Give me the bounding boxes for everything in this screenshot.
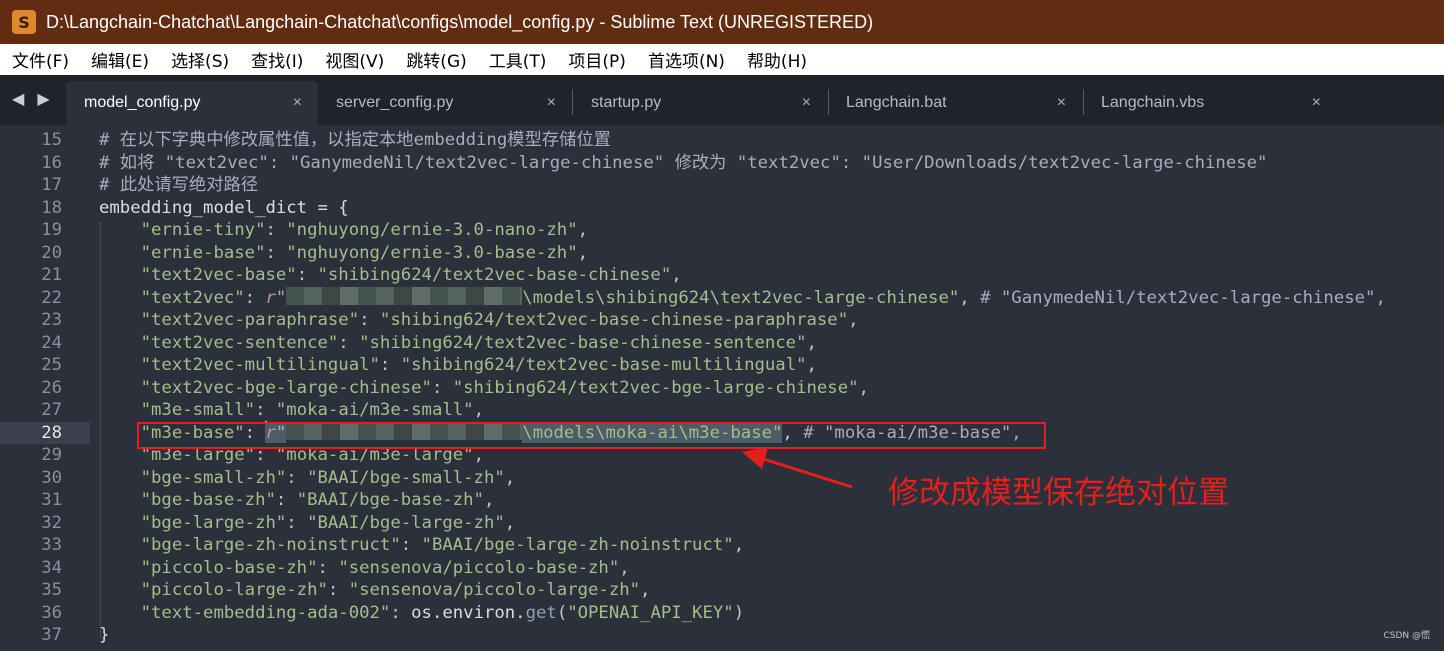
watermark: CSDN @慌 [1383, 631, 1430, 641]
tab-label: model_config.py [84, 94, 201, 111]
code-editor[interactable]: 15 # 在以下字典中修改属性值，以指定本地embedding模型存储位置 16 # … [0, 125, 1444, 651]
tab-server-config[interactable]: server_config.py × [318, 81, 572, 125]
tab-startup[interactable]: startup.py × [573, 81, 827, 125]
window-title: D:\Langchain-Chatchat\Langchain-Chatchat… [46, 11, 874, 32]
tab-label: Langchain.bat [846, 94, 947, 111]
close-icon[interactable]: × [293, 94, 302, 112]
menu-selection[interactable]: 选择(S) [171, 47, 229, 72]
tab-label: Langchain.vbs [1101, 94, 1205, 111]
sublime-text-app-icon: S [12, 10, 36, 34]
close-icon[interactable]: × [802, 94, 811, 112]
menu-help[interactable]: 帮助(H) [747, 47, 807, 72]
tab-langchain-vbs[interactable]: Langchain.vbs × [1083, 81, 1337, 125]
close-icon[interactable]: × [547, 94, 556, 112]
close-icon[interactable]: × [1057, 94, 1066, 112]
tab-label: startup.py [591, 94, 662, 111]
annotation-arrow-icon [742, 447, 853, 489]
menu-find[interactable]: 查找(I) [251, 47, 303, 72]
tab-nav-arrows-icon[interactable]: ◀ ▶ [12, 89, 54, 108]
tab-label: server_config.py [336, 94, 454, 111]
menu-tools[interactable]: 工具(T) [489, 47, 547, 72]
menu-project[interactable]: 项目(P) [568, 47, 626, 72]
title-bar: S D:\Langchain-Chatchat\Langchain-Chatch… [0, 0, 1444, 44]
menu-file[interactable]: 文件(F) [12, 47, 69, 72]
tab-model-config[interactable]: model_config.py × [66, 81, 318, 125]
menu-view[interactable]: 视图(V) [325, 47, 384, 72]
menu-bar: 文件(F) 编辑(E) 选择(S) 查找(I) 视图(V) 跳转(G) 工具(T… [0, 44, 1444, 75]
menu-preferences[interactable]: 首选项(N) [648, 47, 725, 72]
close-icon[interactable]: × [1312, 94, 1321, 112]
tab-langchain-bat[interactable]: Langchain.bat × [828, 81, 1082, 125]
annotation-text: 修改成模型保存绝对位置 [888, 475, 1229, 511]
menu-edit[interactable]: 编辑(E) [91, 47, 149, 72]
menu-goto[interactable]: 跳转(G) [406, 47, 466, 72]
tab-bar: ◀ ▶ model_config.py × server_config.py ×… [0, 75, 1444, 125]
